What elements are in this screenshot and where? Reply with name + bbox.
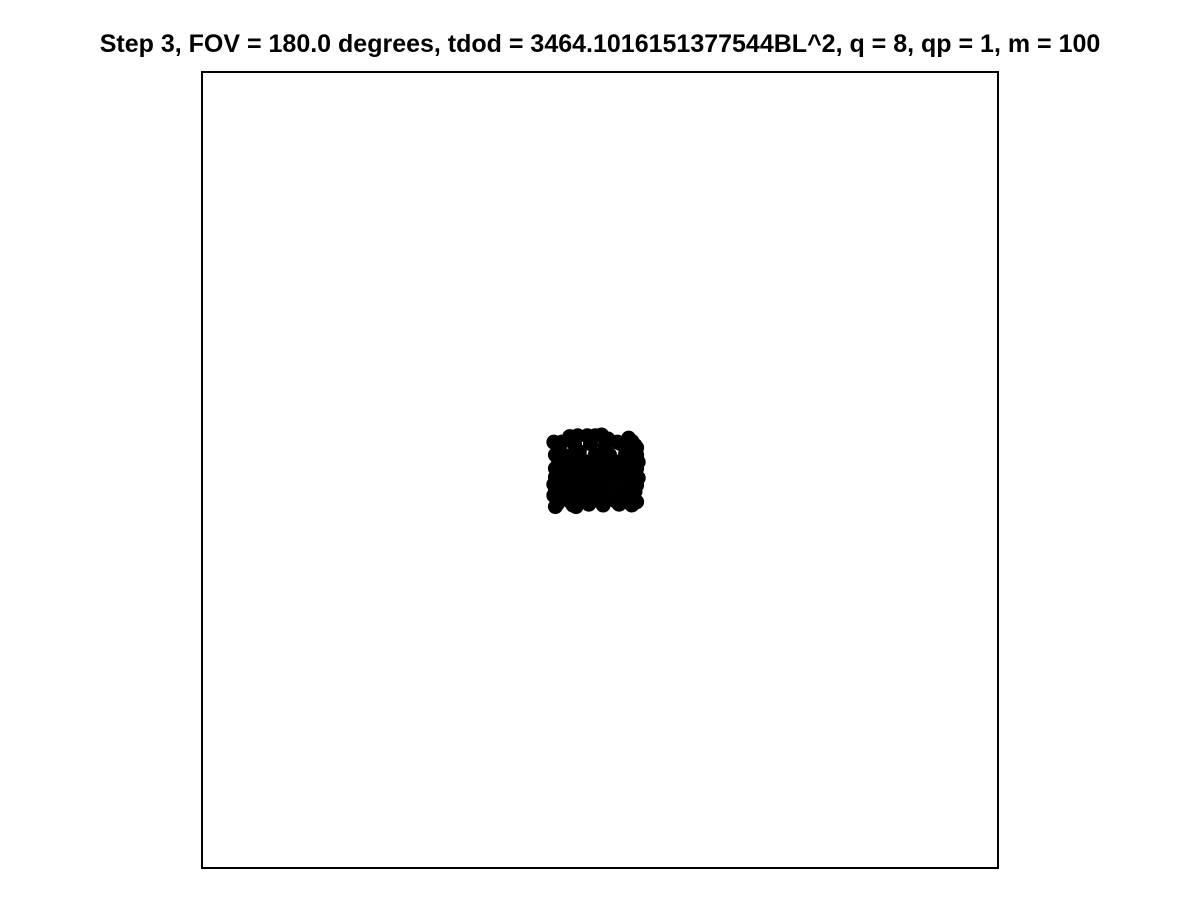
scatter-point bbox=[547, 499, 563, 515]
scatter-point bbox=[589, 491, 605, 507]
scatter-point bbox=[611, 495, 627, 511]
scatter-point bbox=[629, 494, 645, 510]
scatter-point bbox=[554, 434, 570, 450]
scatter-point bbox=[598, 473, 614, 489]
scatter-point bbox=[563, 456, 579, 472]
scatter-point bbox=[578, 463, 594, 479]
points-layer bbox=[546, 427, 646, 515]
scatter-plot bbox=[201, 71, 999, 869]
scatter-point bbox=[594, 455, 610, 471]
